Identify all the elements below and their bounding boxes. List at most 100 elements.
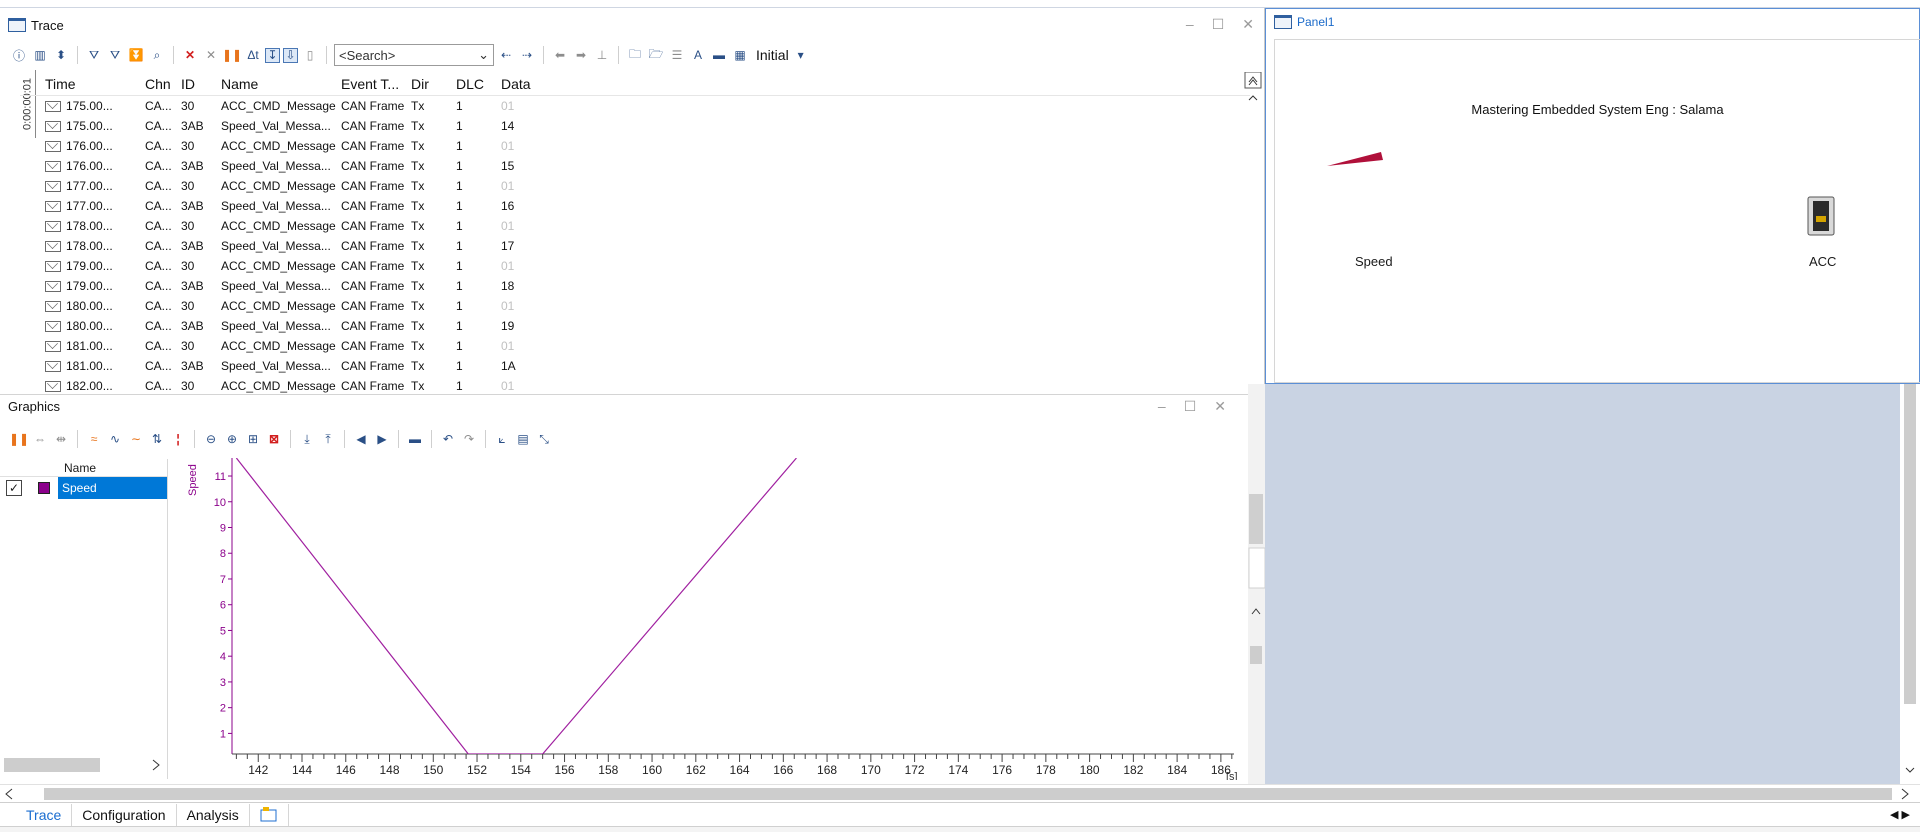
info-icon[interactable]: ⓘ (10, 46, 28, 64)
cell-id: 3AB (181, 199, 204, 213)
table-row[interactable]: 179.00... CA... 3AB Speed_Val_Messa... CAN F… (20, 276, 1250, 296)
marker-icon[interactable]: ⊥ (593, 46, 611, 64)
cell-time: 176.00... (20, 139, 145, 153)
clear-icon[interactable]: ✕ (181, 46, 199, 64)
open-folder-icon[interactable]: 🗀 (626, 46, 644, 64)
filter-down-icon[interactable]: ⏬ (127, 46, 145, 64)
highlight-icon[interactable]: ▬ (710, 46, 728, 64)
config-dropdown[interactable]: Initial (756, 47, 789, 63)
step-down-icon[interactable]: ⤓ (298, 430, 316, 448)
maximize-icon[interactable]: ☐ (1212, 16, 1225, 33)
cursor-icon[interactable]: ⇅ (148, 430, 166, 448)
zoom-in-icon[interactable]: ⊕ (223, 430, 241, 448)
signal-color-swatch[interactable] (30, 477, 58, 499)
expand-icon[interactable]: ⬍ (52, 46, 70, 64)
col-data[interactable]: Data (501, 76, 561, 92)
col-name[interactable]: Name (221, 76, 341, 92)
step-up-icon[interactable]: ⤒ (319, 430, 337, 448)
chart-settings-icon[interactable]: ▤ (514, 430, 532, 448)
trace-vertical-scrollbar[interactable] (1244, 72, 1262, 312)
signal-name[interactable]: Speed (58, 477, 167, 499)
signal-layout-icon[interactable]: ≈ (85, 430, 103, 448)
filter-mask-icon[interactable]: ⛛ (106, 46, 124, 64)
arrow-left-icon[interactable]: ⬅ (551, 46, 569, 64)
table-row[interactable]: 181.00... CA... 30 ACC_CMD_Message CAN Frame… (20, 336, 1250, 356)
table-row[interactable]: 182.00... CA... 30 ACC_CMD_Message CAN Frame… (20, 376, 1250, 396)
col-time[interactable]: Time (20, 76, 145, 92)
main-horizontal-scrollbar[interactable] (0, 784, 1920, 802)
table-row[interactable]: 176.00... CA... 30 ACC_CMD_Message CAN Frame… (20, 136, 1250, 156)
signal-mode-icon[interactable]: ∿ (106, 430, 124, 448)
folder-options-icon[interactable]: 🗁 (647, 46, 665, 64)
minimize-icon[interactable]: – (1158, 398, 1166, 415)
statistics-icon[interactable]: ▥ (31, 46, 49, 64)
next-icon[interactable]: ▶ (373, 430, 391, 448)
filter-icon[interactable]: ⛛ (85, 46, 103, 64)
series-line-speed[interactable] (235, 458, 797, 754)
table-row[interactable]: 180.00... CA... 30 ACC_CMD_Message CAN Frame… (20, 296, 1250, 316)
minimize-icon[interactable]: – (1186, 16, 1194, 33)
cell-time-text: 181.00... (66, 359, 113, 373)
cell-evt: CAN Frame (341, 319, 405, 333)
axis-icon[interactable]: ⟀ (493, 430, 511, 448)
pause-icon[interactable]: ❚❚ (9, 430, 29, 448)
line-style-icon[interactable]: ∼ (127, 430, 145, 448)
tab-configuration[interactable]: Configuration (72, 803, 177, 826)
columns-icon[interactable]: ▦ (731, 46, 749, 64)
table-row[interactable]: 178.00... CA... 3AB Speed_Val_Messa... CAN F… (20, 236, 1250, 256)
table-row[interactable]: 176.00... CA... 3AB Speed_Val_Messa... CAN F… (20, 156, 1250, 176)
search-input[interactable]: <Search> ⌄ (334, 44, 494, 66)
binoculars-icon[interactable]: ⌕ (148, 46, 166, 64)
col-id[interactable]: ID (181, 76, 221, 92)
marker-tool-icon[interactable]: ⤡ (535, 430, 553, 448)
col-event-type[interactable]: Event T... (341, 76, 411, 92)
acc-switch-icon[interactable] (1807, 196, 1835, 236)
tab-trace[interactable]: Trace (16, 803, 73, 826)
cell-dir: Tx (411, 239, 425, 253)
chronological-mode-icon[interactable]: ⇩ (283, 47, 298, 63)
signal-row[interactable]: ✓ Speed (0, 477, 167, 499)
zoom-out-icon[interactable]: ⊖ (202, 430, 220, 448)
new-tab-icon[interactable] (250, 803, 289, 826)
col-dir[interactable]: Dir (411, 76, 456, 92)
table-row[interactable]: 181.00... CA... 3AB Speed_Val_Messa... CAN F… (20, 356, 1250, 376)
font-icon[interactable]: A (689, 46, 707, 64)
highlight-icon[interactable]: ▬ (406, 430, 424, 448)
layout-icon[interactable]: ☰ (668, 46, 686, 64)
table-row[interactable]: 178.00... CA... 30 ACC_CMD_Message CAN Frame… (20, 216, 1250, 236)
table-row[interactable]: 177.00... CA... 30 ACC_CMD_Message CAN Frame… (20, 176, 1250, 196)
zoom-box-icon[interactable]: ⊞ (244, 430, 262, 448)
col-chn[interactable]: Chn (145, 76, 181, 92)
table-row[interactable]: 175.00... CA... 3AB Speed_Val_Messa... CAN F… (20, 116, 1250, 136)
tab-scroll-arrows-icon[interactable]: ◀ ▶ (1880, 804, 1920, 826)
table-row[interactable]: 175.00... CA... 30 ACC_CMD_Message CAN Frame… (20, 96, 1250, 116)
find-next-icon[interactable]: ⇢ (518, 46, 536, 64)
close-icon[interactable]: ✕ (1242, 16, 1254, 33)
signal-checkbox[interactable]: ✓ (6, 480, 22, 496)
fit-x-icon[interactable]: ⇔ (31, 430, 49, 448)
close-icon[interactable]: ✕ (1214, 398, 1226, 415)
table-row[interactable]: 179.00... CA... 30 ACC_CMD_Message CAN Frame… (20, 256, 1250, 276)
previous-icon[interactable]: ◀ (352, 430, 370, 448)
undo-icon[interactable]: ↶ (439, 430, 457, 448)
right-vertical-scrollbar[interactable] (1900, 384, 1920, 784)
table-row[interactable]: 177.00... CA... 3AB Speed_Val_Messa... CAN F… (20, 196, 1250, 216)
col-dlc[interactable]: DLC (456, 76, 501, 92)
measurement-cursor-icon[interactable]: ¦ (169, 430, 187, 448)
axis-options-icon[interactable]: ⊠ (265, 430, 283, 448)
workspace-splitter[interactable] (1248, 384, 1266, 784)
speed-chart[interactable]: Speed [s] 1234567891011 142 144 146 148 150 1… (186, 458, 1242, 780)
config-chevron-icon[interactable]: ▾ (792, 46, 810, 64)
pause-icon[interactable]: ❚❚ (222, 46, 242, 64)
signal-list-scrollbar[interactable] (0, 754, 168, 776)
scroll-mode-icon[interactable]: ↧ (265, 47, 280, 63)
find-previous-icon[interactable]: ⇠ (497, 46, 515, 64)
arrow-right-icon[interactable]: ➡ (572, 46, 590, 64)
table-row[interactable]: 180.00... CA... 3AB Speed_Val_Messa... CAN F… (20, 316, 1250, 336)
delta-time-icon[interactable]: Δt (244, 46, 262, 64)
chevron-down-icon[interactable]: ⌄ (478, 47, 489, 63)
maximize-icon[interactable]: ☐ (1184, 398, 1197, 415)
tab-analysis[interactable]: Analysis (177, 803, 250, 826)
fit-range-icon[interactable]: ⇹ (52, 430, 70, 448)
redo-icon[interactable]: ↷ (460, 430, 478, 448)
